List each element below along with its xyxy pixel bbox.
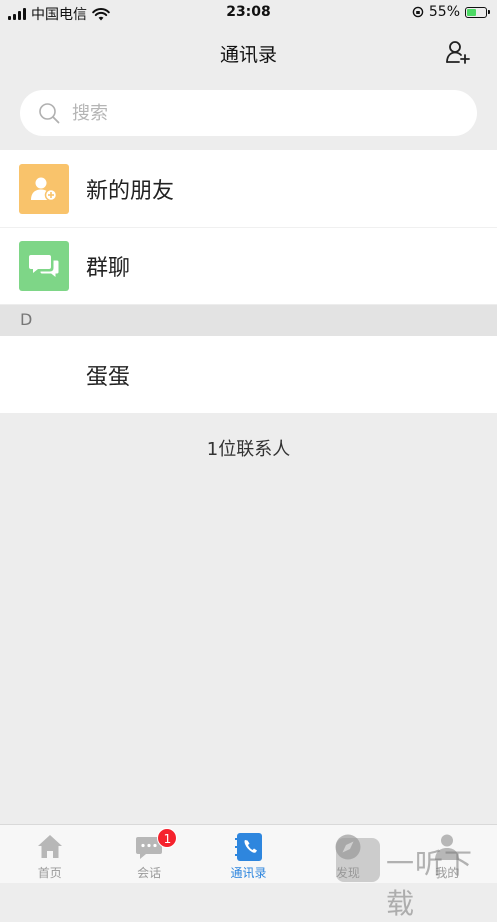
- section-letter: D: [20, 310, 33, 329]
- tab-contacts[interactable]: 通讯录: [199, 825, 298, 883]
- status-bar: 中国电信 23:08 55%: [0, 0, 497, 26]
- home-icon: [37, 835, 62, 858]
- add-contact-icon[interactable]: [445, 39, 471, 65]
- discover-icon: [335, 834, 361, 860]
- search-icon: [39, 103, 60, 124]
- group-chat-icon: [19, 240, 69, 291]
- battery-icon: [465, 6, 490, 18]
- tab-contacts-label: 通讯录: [230, 866, 267, 880]
- new-friends-label: 新的朋友: [86, 178, 175, 204]
- tab-chat[interactable]: 1 会话: [99, 825, 198, 883]
- page-title: 通讯录: [219, 44, 277, 66]
- group-chat-row[interactable]: 群聊: [0, 227, 497, 304]
- tab-profile-label: 我的: [435, 866, 460, 880]
- tab-discover[interactable]: 发现: [298, 825, 397, 883]
- contact-list: 蛋蛋: [0, 336, 497, 413]
- contact-count: 1位联系人: [206, 439, 291, 460]
- search-input[interactable]: [70, 101, 454, 125]
- new-friends-row[interactable]: 新的朋友: [0, 150, 497, 227]
- contacts-icon: [234, 833, 262, 861]
- tab-profile[interactable]: 我的: [398, 825, 497, 883]
- search-bar[interactable]: [20, 90, 477, 136]
- profile-icon: [435, 834, 460, 860]
- contact-row[interactable]: 蛋蛋: [0, 336, 497, 413]
- new-friend-icon: [19, 163, 69, 214]
- tab-chat-label: 会话: [137, 866, 162, 880]
- group-chat-label: 群聊: [86, 255, 131, 281]
- tab-home-label: 首页: [37, 866, 62, 880]
- nav-bar: 通讯录: [0, 26, 497, 78]
- special-entries: 新的朋友 群聊: [0, 150, 497, 304]
- status-right: 55%: [412, 4, 490, 20]
- tab-home[interactable]: 首页: [0, 825, 99, 883]
- unread-badge: 1: [157, 828, 178, 848]
- battery-percent: 55%: [428, 4, 460, 20]
- section-header-d: D: [0, 305, 497, 336]
- tab-bar: 首页 1 会话 通讯录 发现 我的: [0, 824, 497, 883]
- orientation-lock-icon: [412, 6, 424, 18]
- contact-name: 蛋蛋: [86, 364, 131, 390]
- tab-discover-label: 发现: [335, 866, 360, 880]
